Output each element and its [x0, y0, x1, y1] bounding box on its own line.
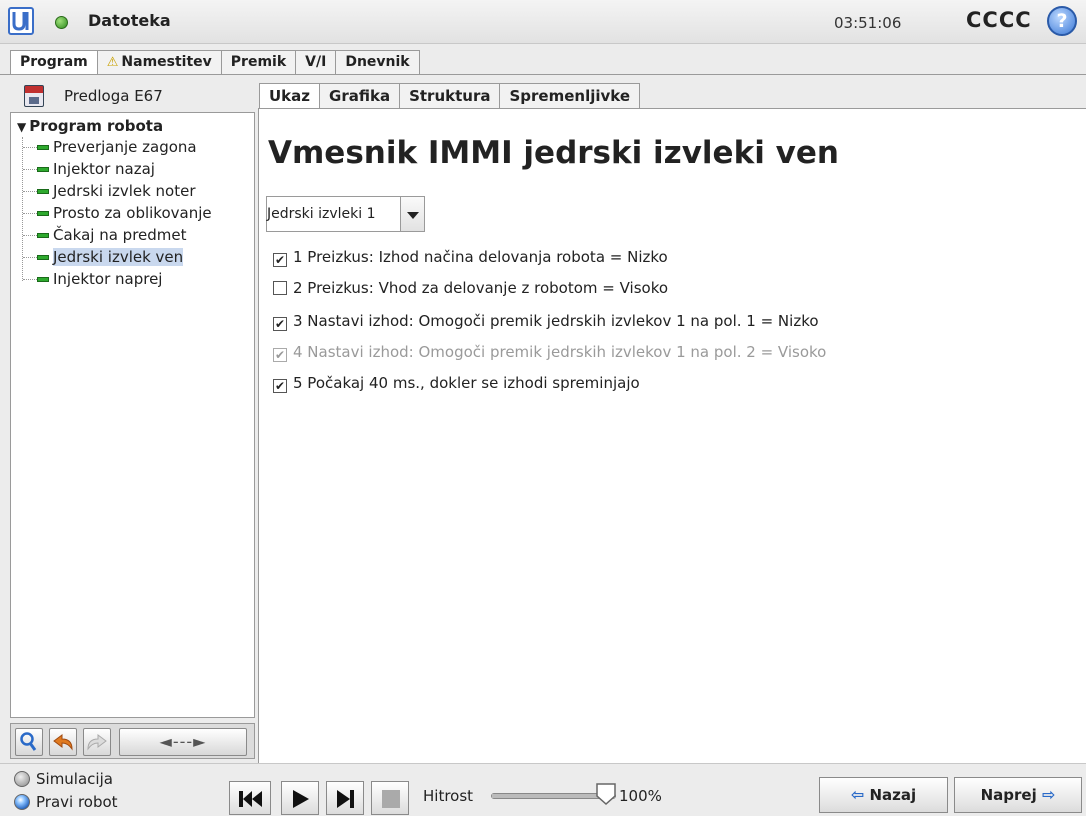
main-tabs: Program ⚠ Namestitev Premik V/I Dnevnik	[10, 50, 420, 75]
arrow-left-icon: ⇦	[850, 785, 865, 804]
chevron-down-icon[interactable]	[400, 197, 424, 231]
check-row[interactable]: ✔ 3 Nastavi izhod: Omogoči premik jedrski…	[273, 312, 819, 334]
program-tree: ▼ Program robota Preverjanje zagona Injek…	[10, 112, 255, 718]
command-tabs: Ukaz Grafika Struktura Spremenljivke	[259, 83, 641, 110]
checkbox[interactable]: ✔	[273, 379, 287, 393]
ur-logo-icon	[8, 7, 34, 35]
radio-off-icon	[14, 771, 30, 787]
arrow-right-icon: ⇨	[1041, 785, 1056, 804]
top-bar: Datoteka 03:51:06 CCCC ?	[0, 0, 1086, 44]
tab-log[interactable]: Dnevnik	[335, 50, 420, 74]
tab-program[interactable]: Program	[10, 50, 98, 75]
check-row[interactable]: ✔ 5 Počakaj 40 ms., dokler se izhodi spre…	[273, 374, 640, 396]
radio-on-icon	[14, 794, 30, 810]
node-icon	[37, 233, 49, 238]
node-icon	[37, 255, 49, 260]
redo-button[interactable]	[83, 728, 111, 756]
checkbox[interactable]: ✔	[273, 317, 287, 331]
tab-label: V/I	[305, 54, 327, 70]
play-button[interactable]	[281, 781, 319, 815]
tab-move[interactable]: Premik	[220, 50, 297, 74]
tree-item[interactable]: Čakaj na predmet	[23, 226, 191, 246]
node-icon	[37, 277, 49, 282]
simulation-radio[interactable]: Simulacija	[14, 770, 113, 788]
node-icon	[37, 211, 49, 216]
checkbox[interactable]	[273, 281, 287, 295]
real-robot-radio[interactable]: Pravi robot	[14, 793, 118, 811]
robot-status-icon	[55, 16, 68, 29]
tab-label: Program	[20, 54, 88, 70]
core-puller-select[interactable]: Jedrski izvleki 1	[266, 196, 425, 232]
move-arrows-button[interactable]: ◄---►	[119, 728, 247, 756]
bottom-bar: Simulacija Pravi robot Hitrost 100% ⇦ Na…	[0, 763, 1086, 816]
stop-button	[371, 781, 409, 815]
tree-item[interactable]: Prosto za oblikovanje	[23, 204, 216, 224]
tab-label: Dnevnik	[345, 54, 410, 70]
next-button[interactable]: Naprej ⇨	[954, 777, 1082, 813]
tab-graphics[interactable]: Grafika	[319, 83, 401, 109]
program-name: Predloga E67	[64, 87, 163, 105]
app-window: Datoteka 03:51:06 CCCC ? Program ⚠ Namest…	[0, 0, 1086, 816]
tree-root-label: Program robota	[29, 117, 164, 135]
play-icon	[293, 790, 309, 808]
file-menu[interactable]: Datoteka	[88, 11, 171, 30]
command-panel: Vmesnik IMMI jedrski izvleki ven Jedrski…	[258, 108, 1086, 763]
tree-item-selected[interactable]: Jedrski izvlek ven	[23, 248, 187, 268]
checkbox: ✔	[273, 348, 287, 362]
tab-variables[interactable]: Spremenljivke	[499, 83, 641, 109]
robot-name: CCCC	[966, 8, 1032, 32]
node-icon	[37, 145, 49, 150]
rewind-button[interactable]	[229, 781, 271, 815]
tree-root[interactable]: ▼ Program robota	[17, 117, 163, 135]
step-forward-icon	[337, 790, 354, 808]
step-button[interactable]	[326, 781, 364, 815]
tab-label: Premik	[230, 54, 287, 70]
back-button[interactable]: ⇦ Nazaj	[819, 777, 948, 813]
search-icon	[20, 732, 37, 751]
tab-structure[interactable]: Struktura	[399, 83, 501, 109]
stop-icon	[382, 790, 400, 808]
tree-item[interactable]: Preverjanje zagona	[23, 138, 201, 158]
warning-icon: ⚠	[106, 55, 119, 70]
check-row[interactable]: 2 Preizkus: Vhod za delovanje z robotom …	[273, 279, 668, 301]
tree-item[interactable]: Injektor naprej	[23, 270, 166, 290]
tab-installation[interactable]: ⚠ Namestitev	[96, 50, 222, 74]
undo-icon	[53, 734, 73, 751]
tab-label: Namestitev	[121, 54, 212, 70]
slider-thumb-icon[interactable]	[595, 782, 617, 806]
node-icon	[37, 167, 49, 172]
node-icon	[37, 189, 49, 194]
select-value: Jedrski izvleki 1	[267, 206, 376, 222]
undo-button[interactable]	[49, 728, 77, 756]
tree-item[interactable]: Injektor nazaj	[23, 160, 159, 180]
skip-back-icon	[239, 791, 262, 807]
node-title: Vmesnik IMMI jedrski izvleki ven	[268, 135, 839, 171]
speed-value: 100%	[619, 787, 662, 805]
program-header: Predloga E67	[12, 83, 255, 111]
check-row[interactable]: ✔ 1 Preizkus: Izhod načina delovanja robo…	[273, 248, 668, 270]
speed-label: Hitrost	[423, 787, 474, 805]
tree-toolbar: ◄---►	[10, 723, 255, 759]
checkbox[interactable]: ✔	[273, 253, 287, 267]
tab-divider	[0, 74, 1086, 75]
search-button[interactable]	[15, 728, 43, 756]
tree-item[interactable]: Jedrski izvlek noter	[23, 182, 200, 202]
tab-io[interactable]: V/I	[295, 50, 337, 74]
clock: 03:51:06	[834, 14, 902, 32]
save-icon[interactable]	[24, 85, 44, 107]
tab-command[interactable]: Ukaz	[259, 83, 321, 110]
triangle-down-icon: ▼	[17, 120, 27, 134]
redo-icon	[87, 734, 107, 751]
check-row-disabled: ✔ 4 Nastavi izhod: Omogoči premik jedrski…	[273, 343, 827, 362]
help-icon[interactable]: ?	[1047, 6, 1077, 36]
